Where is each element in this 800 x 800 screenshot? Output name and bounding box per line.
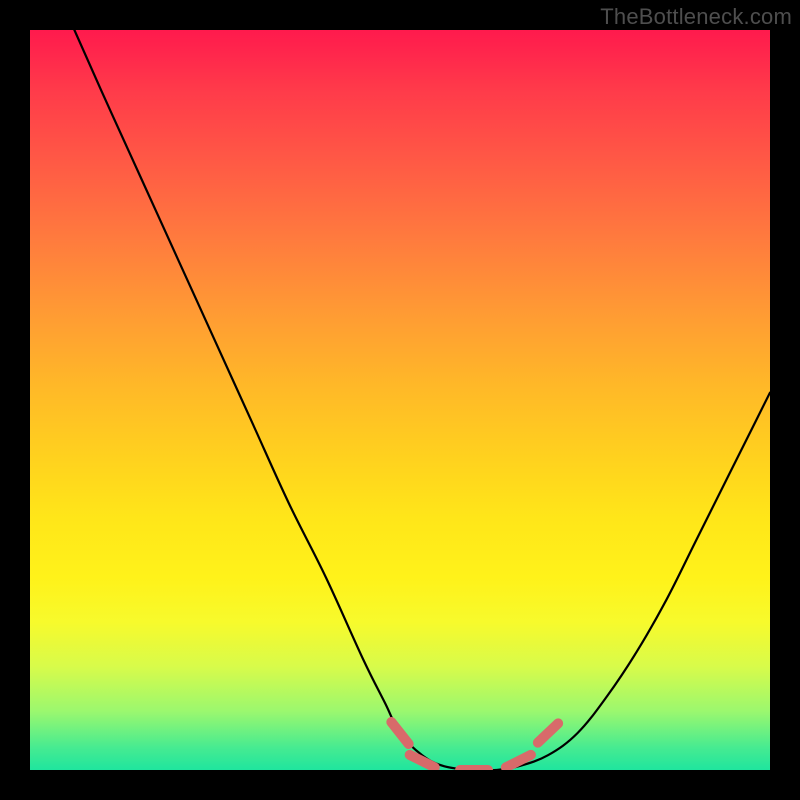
marker-optimum-band-right-mid [506,755,531,768]
marker-optimum-band-left-top [391,722,408,744]
bottleneck-curve [74,30,770,770]
marker-optimum-band-right-top [538,723,558,742]
plot-area [30,30,770,770]
marker-optimum-band-left-mid [410,755,435,768]
chart-frame: TheBottleneck.com [0,0,800,800]
watermark-text: TheBottleneck.com [600,4,792,30]
chart-svg [30,30,770,770]
